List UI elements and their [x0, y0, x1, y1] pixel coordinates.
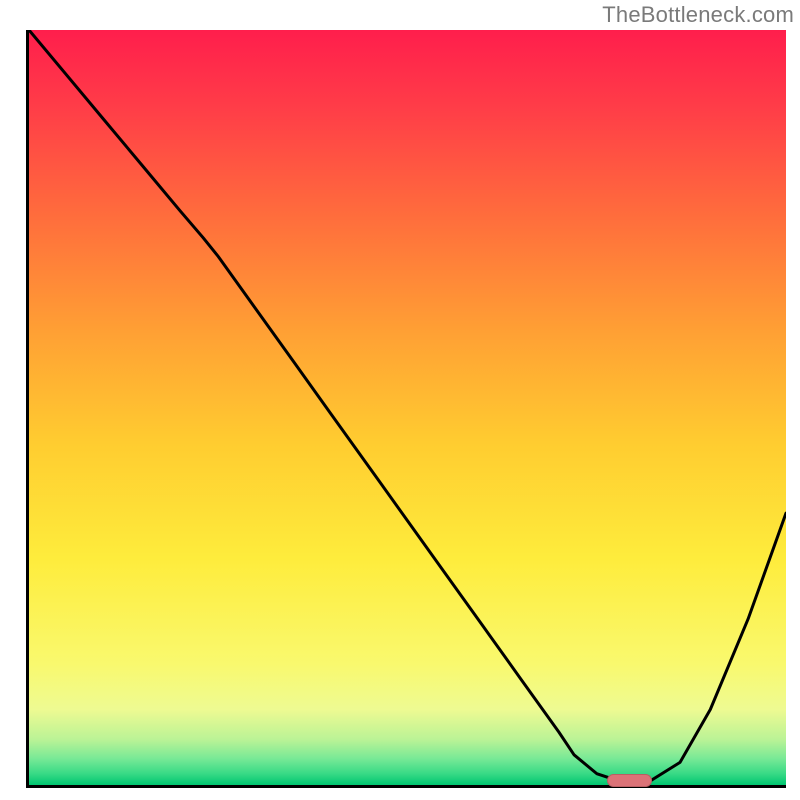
- attribution-text: TheBottleneck.com: [602, 2, 794, 28]
- bottleneck-curve-path: [29, 30, 786, 781]
- chart-curve-svg: [29, 30, 786, 785]
- highlight-range-marker: [607, 774, 653, 787]
- chart-plot-area: [26, 30, 786, 788]
